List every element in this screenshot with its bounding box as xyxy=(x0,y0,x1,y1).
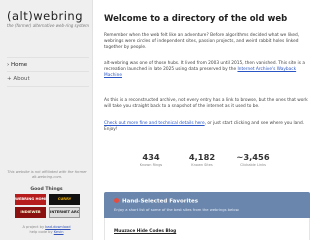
credits-line2-link[interactable]: Kevin xyxy=(54,230,64,234)
badge-curry[interactable]: CURRY xyxy=(49,194,80,205)
favorites-title: Hand-Selected Favorites xyxy=(114,198,198,205)
history-paragraph: alt-webring was one of those hubs. It li… xyxy=(104,61,311,79)
favorites-header: Hand-Selected Favorites Enjoy a short li… xyxy=(104,192,310,218)
stat-known-sites: 4,182 Known Sites xyxy=(180,152,224,167)
stat-value: 4,182 xyxy=(188,152,216,162)
site-logo[interactable]: (alt)webring xyxy=(7,9,83,23)
plus-icon: + xyxy=(7,76,12,82)
credits-link[interactable]: bad.download xyxy=(45,225,70,229)
favorites-list: Muuzace Hide Codes Blog xyxy=(104,218,310,240)
stat-known-rings: 434 Known Rings xyxy=(129,152,173,167)
credits-prefix: A project by xyxy=(22,225,45,229)
credits-line2-prefix: help code by xyxy=(29,229,53,234)
details-link[interactable]: Check out more fine and technical detail… xyxy=(104,121,205,126)
stat-value: 434 xyxy=(142,152,160,162)
stat-clickable-links: ~3,456 Clickable Links xyxy=(231,152,275,167)
page-title: Welcome to a directory of the old web xyxy=(104,14,288,24)
details-paragraph: Check out more fine and technical detail… xyxy=(104,121,311,133)
site-tagline: the (former) alternative web-ring system xyxy=(7,23,90,28)
sidebar-item-label: Home xyxy=(10,62,28,68)
favorites-title-text: Hand-Selected Favorites xyxy=(122,198,198,205)
stat-value: ~3,456 xyxy=(236,152,270,162)
badge-webring-home[interactable]: WEBRING HOME xyxy=(15,194,46,205)
sidebar-nav: › Home + About xyxy=(7,57,89,87)
badge-indieweb[interactable]: INDIEWEB xyxy=(15,207,46,218)
stat-label: Known Rings xyxy=(139,163,163,167)
favorites-subtitle: Enjoy a short list of some of the best s… xyxy=(114,208,240,212)
sidebar: (alt)webring the (former) alternative we… xyxy=(0,0,93,240)
favorite-item-link[interactable]: Muuzace Hide Codes Blog xyxy=(114,229,176,234)
sidebar-item-home[interactable]: › Home xyxy=(7,57,89,72)
badge-internet-archive[interactable]: INTERNET ARCHIVE xyxy=(49,207,80,218)
chevron-right-icon: › xyxy=(7,62,10,68)
stat-label: Known Sites xyxy=(191,163,213,167)
red-dot-icon xyxy=(114,198,119,203)
good-things-heading: Good Things xyxy=(30,187,63,192)
stats-row: 434 Known Rings 4,182 Known Sites ~3,456… xyxy=(104,152,314,178)
stat-label: Clickable Links xyxy=(240,163,266,167)
disclaimer-text: This website is not affiliated with the … xyxy=(7,170,87,179)
credits: A project by bad.download help code by K… xyxy=(0,225,93,235)
archive-paragraph: As this is a reconstructed archive, not … xyxy=(104,98,308,109)
sidebar-item-label: About xyxy=(13,76,30,82)
sidebar-item-about[interactable]: + About xyxy=(7,72,89,87)
intro-paragraph: Remember when the web felt like an adven… xyxy=(104,33,300,50)
